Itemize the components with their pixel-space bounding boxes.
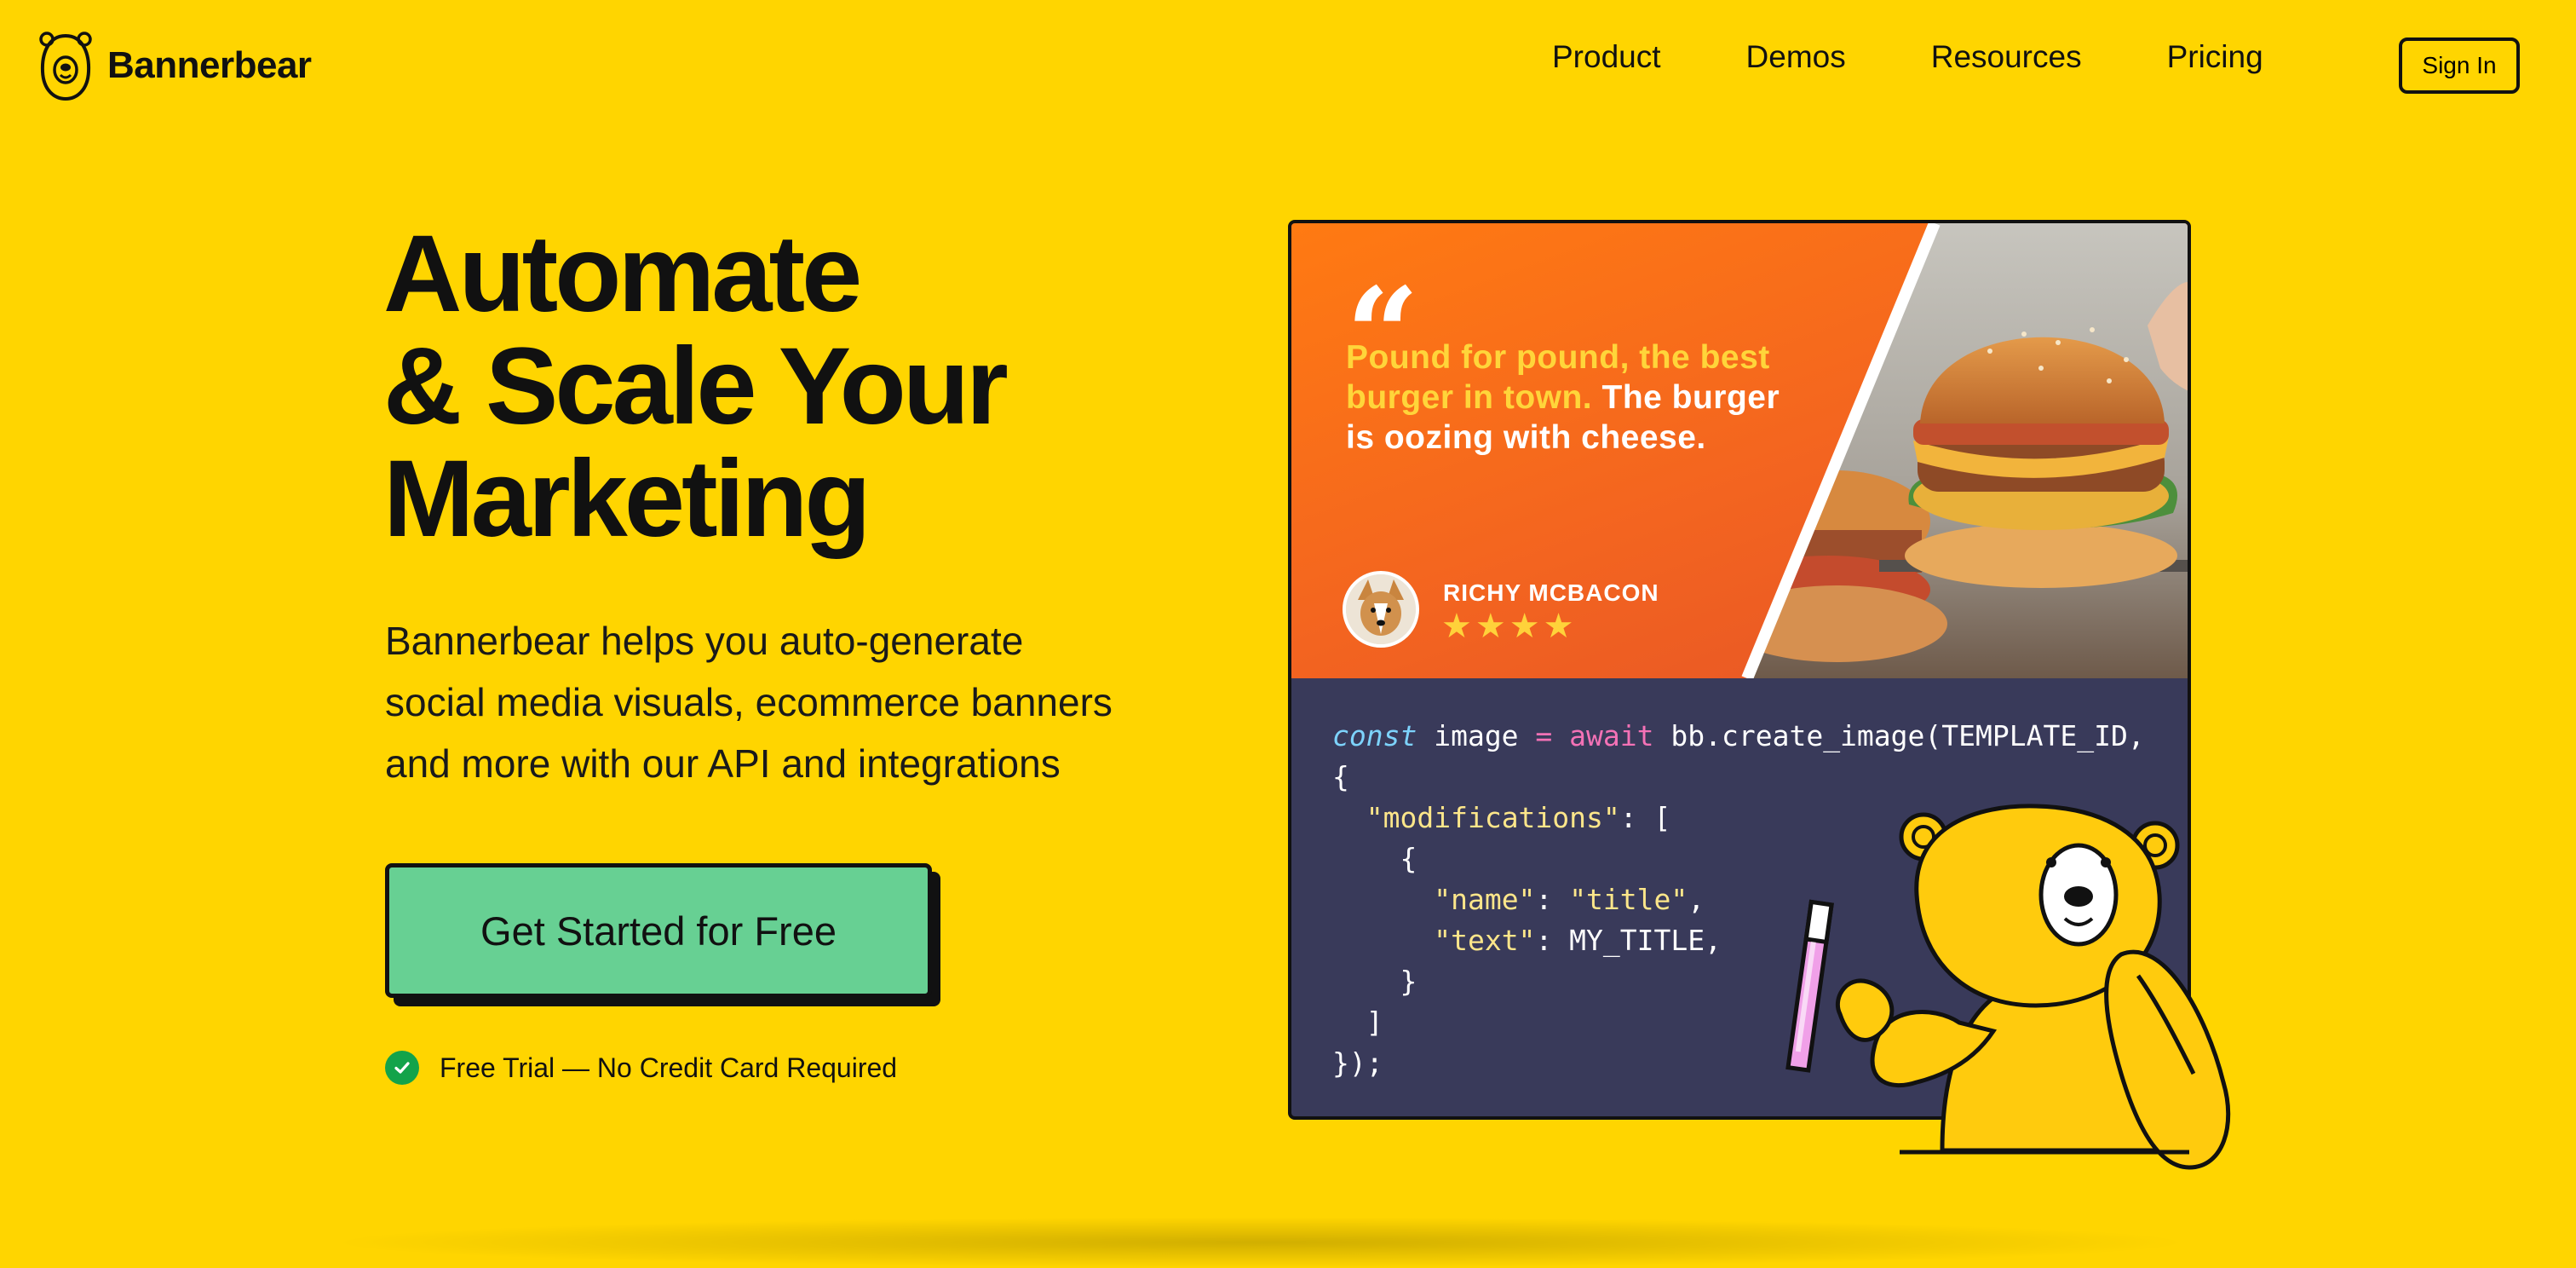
code-keyword: await [1569,719,1654,752]
code-string: "text" [1434,924,1536,957]
code-line: } [1332,965,1417,998]
hero-title-line: & Scale Your [383,326,1009,447]
nav-item-resources[interactable]: Resources [1931,39,2082,75]
nav-item-demos[interactable]: Demos [1746,39,1846,75]
dog-icon [1346,574,1416,644]
bear-mascot-illustration [1785,804,2231,1170]
hero-subtitle-line: and more with our API and integrations [385,741,1061,786]
hero-title-line: Automate [383,213,862,335]
code-line: "name": "title", [1332,883,1705,916]
trial-note: Free Trial — No Credit Card Required [385,1051,897,1085]
section-shadow [324,1217,2198,1268]
hero-title: Automate & Scale Your Marketing [383,218,1150,556]
nav-item-pricing[interactable]: Pricing [2167,39,2263,75]
code-line: }); [1332,1046,1383,1080]
testimonial-quote: Pound for pound, the best burger in town… [1346,337,1789,458]
check-circle-icon [385,1051,419,1085]
code-string: "title" [1569,883,1688,916]
main-nav: Product Demos Resources Pricing [1552,39,2349,75]
code-string: "name" [1434,883,1536,916]
brand-name: Bannerbear [107,44,312,86]
code-text: , [1688,883,1705,916]
code-text: : MY_TITLE, [1535,924,1722,957]
code-line: "text": MY_TITLE, [1332,924,1722,957]
code-string: "modifications" [1366,801,1620,834]
brand-logo[interactable]: Bannerbear [37,31,312,101]
sign-in-button[interactable]: Sign In [2399,37,2520,94]
hero-subtitle: Bannerbear helps you auto-generate socia… [385,610,1237,794]
code-line: { [1332,842,1417,875]
testimonial-banner: “ Pound for pound, the best burger in to… [1291,223,2188,678]
hero-subtitle-line: social media visuals, ecommerce banners [385,680,1113,724]
trial-note-text: Free Trial — No Credit Card Required [440,1052,898,1083]
hero-title-line: Marketing [383,438,871,560]
code-operator: = [1535,719,1553,752]
get-started-button[interactable]: Get Started for Free [385,863,932,998]
star-rating: ★★★★ [1441,608,1578,645]
code-text: : [ [1619,801,1671,834]
bear-head-icon [39,32,92,101]
code-text: bb.create_image(TEMPLATE_ID, [1653,719,2145,752]
code-line: "modifications": [ [1332,801,1671,834]
hero-subtitle-line: Bannerbear helps you auto-generate [385,619,1024,663]
nav-item-product[interactable]: Product [1552,39,1661,75]
code-text: image [1417,719,1536,752]
site-header: Bannerbear Product Demos Resources Prici… [0,0,2576,133]
avatar [1343,571,1419,648]
reviewer-name: RICHY MCBACON [1443,579,1659,606]
code-line: ] [1332,1006,1383,1039]
code-text: : [1535,883,1570,916]
code-line: { [1332,760,1349,793]
code-keyword: const [1332,719,1417,752]
code-line: const image = await bb.create_image(TEMP… [1332,719,2145,752]
